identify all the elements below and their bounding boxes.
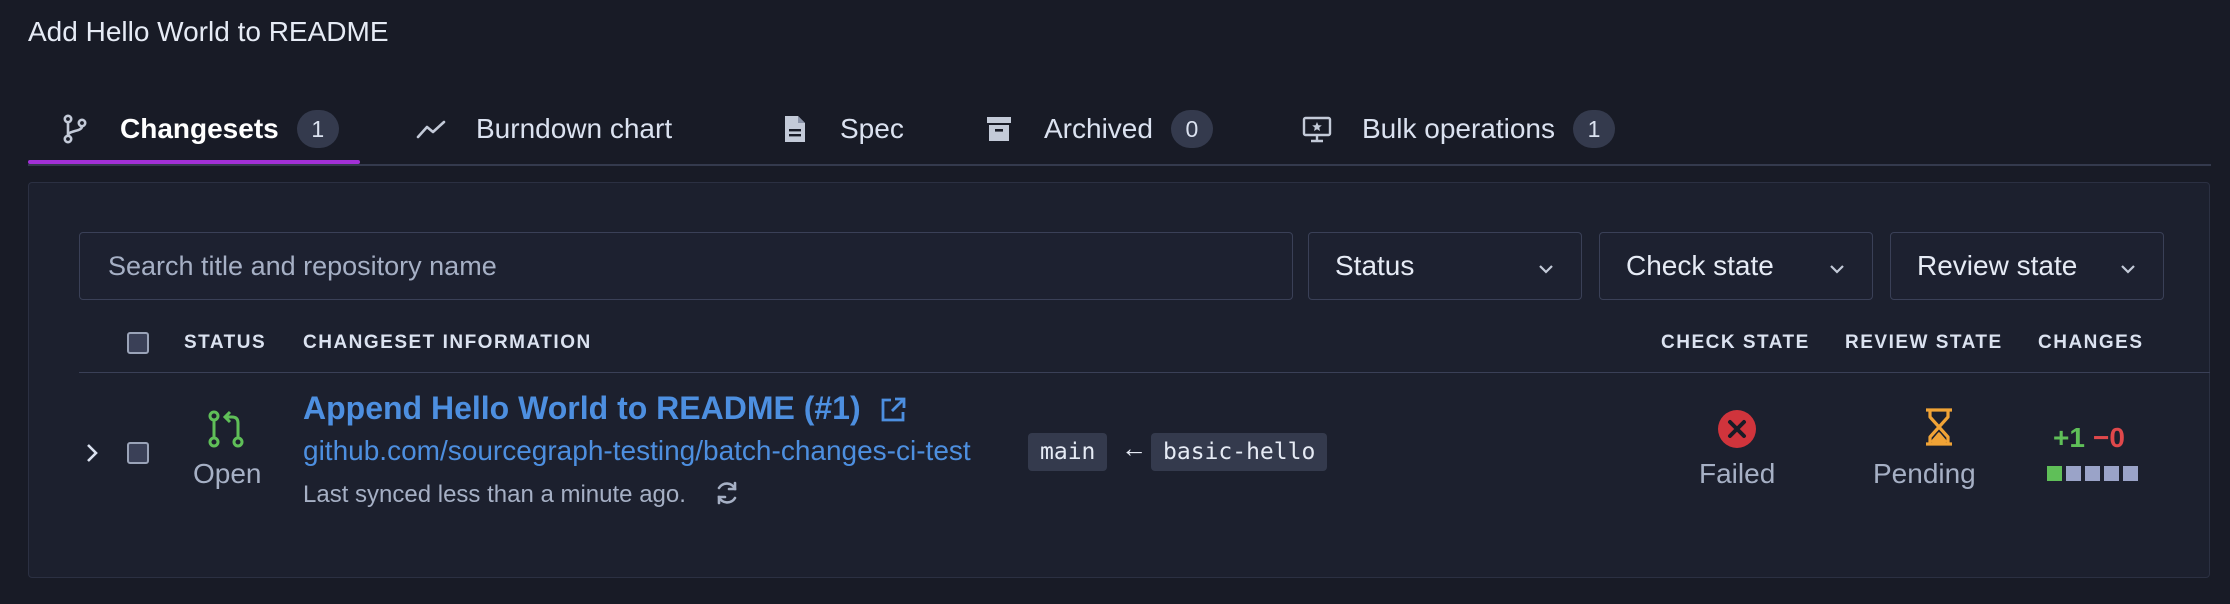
refresh-icon[interactable] <box>713 479 741 512</box>
tab-changesets[interactable]: Changesets 1 <box>28 96 360 164</box>
expand-row-button[interactable] <box>84 442 100 469</box>
check-state-filter-label: Check state <box>1626 250 1774 281</box>
archived-count-badge: 0 <box>1170 110 1213 148</box>
tab-burndown-chart[interactable]: Burndown chart <box>416 96 672 162</box>
check-state-filter-dropdown[interactable]: Check state <box>1599 232 1873 300</box>
head-branch-badge: basic-hello <box>1151 433 1328 471</box>
tab-archived[interactable]: Archived 0 <box>984 96 1213 162</box>
tab-spec[interactable]: Spec <box>780 96 904 162</box>
tab-bulk-operations[interactable]: Bulk operations 1 <box>1302 96 1616 162</box>
header-changeset-information: CHANGESET INFORMATION <box>303 332 592 353</box>
status-filter-dropdown[interactable]: Status <box>1308 232 1582 300</box>
diffstat-unchanged-block <box>2066 466 2081 481</box>
bulk-operations-count-badge: 1 <box>1573 110 1616 148</box>
branch-icon <box>60 114 90 144</box>
header-changes: CHANGES <box>2038 332 2144 353</box>
tab-archived-label: Archived <box>1044 113 1153 144</box>
chevron-down-icon <box>1537 250 1555 282</box>
tab-burndown-chart-label: Burndown chart <box>476 113 673 144</box>
chevron-down-icon <box>1828 250 1846 282</box>
tab-changesets-label: Changesets <box>120 113 279 144</box>
search-field[interactable] <box>79 232 1293 300</box>
diffstat-unchanged-block <box>2085 466 2100 481</box>
check-state-text: Failed <box>1699 458 1776 489</box>
repository-link[interactable]: github.com/sourcegraph-testing/batch-cha… <box>303 435 971 467</box>
diffstat-added-block <box>2047 466 2062 481</box>
changesets-panel: Status Check state Review state STATUS C… <box>28 182 2210 578</box>
status-filter-label: Status <box>1335 250 1415 281</box>
tab-bar: Changesets 1 Burndown chart Spec Archive… <box>28 96 2211 166</box>
row-select-checkbox[interactable] <box>127 442 149 464</box>
select-all-checkbox[interactable] <box>127 332 149 354</box>
review-state-text: Pending <box>1873 458 1976 489</box>
branch-arrow-icon: ← <box>1121 433 1147 463</box>
check-failed-icon <box>1717 409 1757 454</box>
chevron-down-icon <box>2119 250 2137 282</box>
page-title: Add Hello World to README <box>28 16 389 47</box>
review-state-filter-label: Review state <box>1917 250 2078 281</box>
changeset-title-link[interactable]: Append Hello World to README (#1) <box>303 390 861 427</box>
header-divider <box>79 372 2210 373</box>
monitor-star-icon <box>1302 114 1332 144</box>
changeset-status-text: Open <box>193 458 262 489</box>
tab-spec-label: Spec <box>840 113 904 144</box>
chart-line-icon <box>416 114 446 144</box>
header-status: STATUS <box>184 332 267 353</box>
diffstat-unchanged-block <box>2104 466 2119 481</box>
external-link-icon[interactable] <box>879 396 907 429</box>
file-icon <box>780 114 810 144</box>
lines-added-count: +1 <box>2053 422 2085 453</box>
diffstat-unchanged-block <box>2123 466 2138 481</box>
base-branch-badge: main <box>1028 433 1108 471</box>
header-review-state: REVIEW STATE <box>1845 332 2003 353</box>
pull-request-open-icon <box>206 409 246 454</box>
tab-bulk-operations-label: Bulk operations <box>1362 113 1556 144</box>
hourglass-icon <box>1923 407 1955 452</box>
last-synced-text: Last synced less than a minute ago. <box>303 481 686 508</box>
archive-icon <box>984 114 1014 144</box>
changesets-count-badge: 1 <box>296 110 339 148</box>
search-input[interactable] <box>106 249 1292 283</box>
lines-removed-count: −0 <box>2093 422 2125 453</box>
header-check-state: CHECK STATE <box>1661 332 1810 353</box>
review-state-filter-dropdown[interactable]: Review state <box>1890 232 2164 300</box>
